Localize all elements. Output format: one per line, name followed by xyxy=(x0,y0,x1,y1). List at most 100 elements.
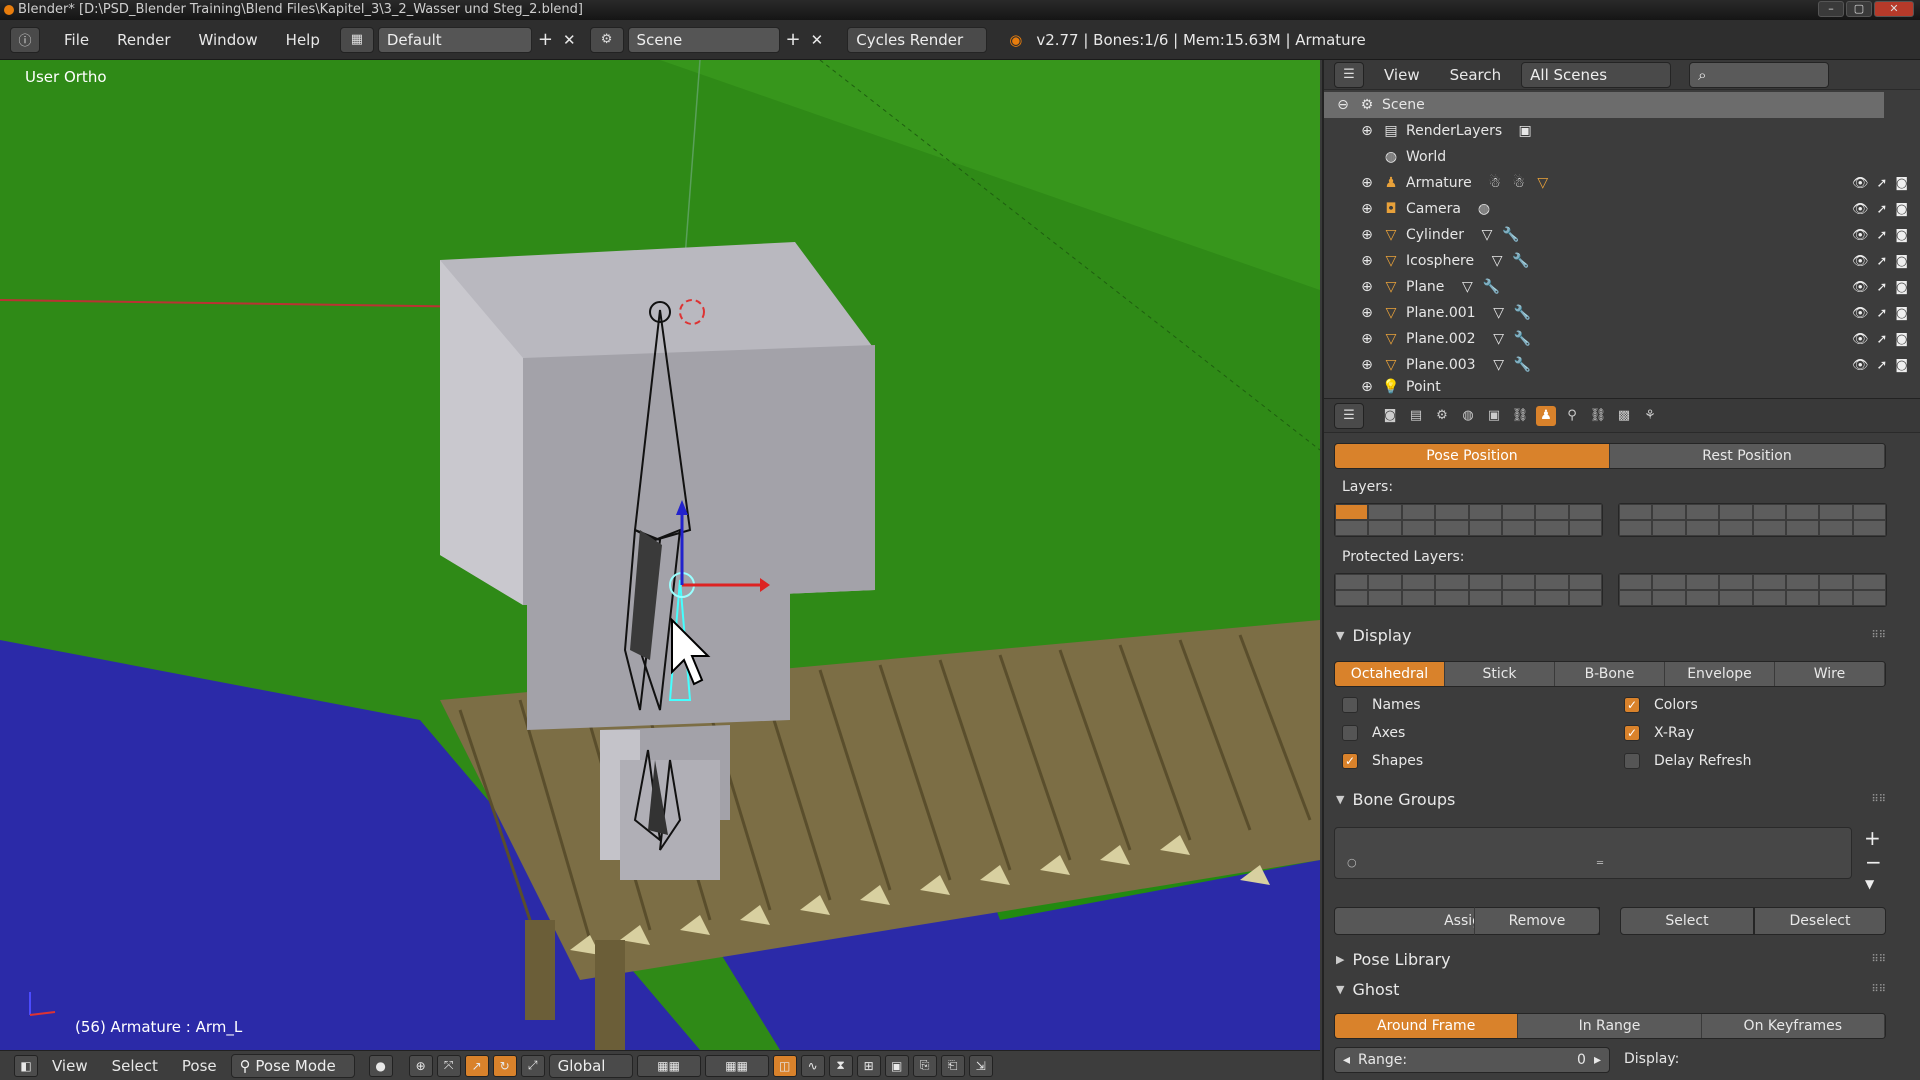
display-mode-dropdown[interactable]: All Scenes xyxy=(1521,61,1672,88)
display-panel-header[interactable]: ▼ Display ⠿⠿ xyxy=(1336,621,1896,649)
pose-position-button[interactable]: Pose Position xyxy=(1335,444,1610,468)
close-window-button[interactable]: ✕ xyxy=(1874,1,1914,17)
pivot-point-icon[interactable]: ⊕ xyxy=(408,1054,433,1077)
expand-icon[interactable]: ⊕ xyxy=(1358,304,1376,322)
layers-toggle-icon[interactable]: ▦▦ xyxy=(636,1054,701,1077)
armature-layers-grid-1[interactable] xyxy=(1334,503,1603,537)
armature-data-tab-icon[interactable]: ♟ xyxy=(1536,405,1556,426)
tree-row-scene[interactable]: ⊖ ⚙ Scene xyxy=(1324,92,1884,118)
proportional-edit-icon[interactable]: ⧗ xyxy=(828,1054,853,1077)
add-layout-icon[interactable]: + xyxy=(532,27,559,53)
checkmark-icon[interactable]: ✓ xyxy=(1624,725,1640,741)
protected-layers-grid-2[interactable] xyxy=(1618,573,1887,607)
bone-group-specials-icon[interactable]: ▼ xyxy=(1865,877,1874,891)
render-camera-icon[interactable]: ◙ xyxy=(1895,332,1908,347)
select-cursor-icon[interactable]: ➚ xyxy=(1876,228,1887,243)
expand-icon[interactable]: ⊕ xyxy=(1358,330,1376,348)
visibility-eye-icon[interactable]: 👁 xyxy=(1852,332,1869,347)
select-cursor-icon[interactable]: ➚ xyxy=(1876,176,1887,191)
checkmark-icon[interactable]: ✓ xyxy=(1342,753,1358,769)
properties-editor-icon[interactable]: ☰ xyxy=(1334,402,1364,429)
lock-camera-icon[interactable]: ◫ xyxy=(772,1054,797,1077)
copy-pose-icon[interactable]: ⎘ xyxy=(912,1054,937,1077)
tree-row-armature[interactable]: ⊕ ♟ Armature ☃ ☃ ▽ 👁 ➚ ◙ xyxy=(1324,170,1908,196)
select-cursor-icon[interactable]: ➚ xyxy=(1876,306,1887,321)
ghost-panel-header[interactable]: ▼ Ghost ⠿⠿ xyxy=(1336,975,1896,1003)
render-icon[interactable]: ▣ xyxy=(884,1054,909,1077)
draw-octahedral-button[interactable]: Octahedral xyxy=(1335,662,1445,686)
draw-envelope-button[interactable]: Envelope xyxy=(1665,662,1775,686)
tree-row-plane-001[interactable]: ⊕ ▽ Plane.001 ▽ 🔧 👁 ➚ ◙ xyxy=(1324,300,1908,326)
remove-layout-icon[interactable]: ✕ xyxy=(559,27,580,53)
scene-tab-icon[interactable]: ⚙ xyxy=(1432,406,1452,426)
outliner-editor-icon[interactable]: ☰ xyxy=(1334,61,1364,88)
panel-grip-icon[interactable]: ⠿⠿ xyxy=(1871,954,1886,965)
expand-icon[interactable]: ⊕ xyxy=(1358,252,1376,270)
ghost-in-range-button[interactable]: In Range xyxy=(1518,1014,1702,1038)
visibility-eye-icon[interactable]: 👁 xyxy=(1852,202,1869,217)
editor-type-icon[interactable]: ◧ xyxy=(14,1054,38,1077)
render-camera-icon[interactable]: ◙ xyxy=(1895,306,1908,321)
expand-icon[interactable]: ⊕ xyxy=(1358,174,1376,192)
decrement-arrow-icon[interactable]: ◂ xyxy=(1343,1052,1350,1068)
select-cursor-icon[interactable]: ➚ xyxy=(1876,254,1887,269)
colors-checkbox[interactable]: ✓ Colors xyxy=(1624,697,1698,713)
select-cursor-icon[interactable]: ➚ xyxy=(1876,332,1887,347)
increment-arrow-icon[interactable]: ▸ xyxy=(1594,1052,1601,1068)
render-layers-tab-icon[interactable]: ▤ xyxy=(1406,406,1426,426)
shapes-checkbox[interactable]: ✓ Shapes xyxy=(1342,753,1423,769)
add-scene-icon[interactable]: + xyxy=(780,27,807,53)
minimize-button[interactable]: – xyxy=(1818,1,1844,17)
rest-position-button[interactable]: Rest Position xyxy=(1610,444,1885,468)
add-bone-group-icon[interactable]: + xyxy=(1864,827,1881,849)
tree-row-icosphere[interactable]: ⊕ ▽ Icosphere ▽ 🔧 👁 ➚ ◙ xyxy=(1324,248,1908,274)
panel-grip-icon[interactable]: ⠿⠿ xyxy=(1871,630,1886,641)
xray-checkbox[interactable]: ✓ X-Ray xyxy=(1624,725,1694,741)
render-camera-icon[interactable]: ◙ xyxy=(1895,254,1908,269)
snap-icon[interactable]: ⊞ xyxy=(856,1054,881,1077)
scene-selector-icon[interactable]: ⚙ xyxy=(589,26,624,53)
visibility-eye-icon[interactable]: 👁 xyxy=(1852,306,1869,321)
object-tab-icon[interactable]: ▣ xyxy=(1484,406,1504,426)
vp-menu-select[interactable]: Select xyxy=(102,1057,168,1075)
draw-wire-button[interactable]: Wire xyxy=(1775,662,1885,686)
3d-viewport[interactable]: User Ortho (56) Armature : Arm_L xyxy=(0,60,1320,1050)
render-camera-icon[interactable]: ◙ xyxy=(1895,280,1908,295)
layers-toggle-icon-2[interactable]: ▦▦ xyxy=(704,1054,769,1077)
bone-groups-panel-header[interactable]: ▼ Bone Groups ⠿⠿ xyxy=(1336,785,1896,813)
render-camera-icon[interactable]: ◙ xyxy=(1895,202,1908,217)
expand-icon[interactable]: ⊕ xyxy=(1358,200,1376,218)
screen-layout-icon[interactable]: ▦ xyxy=(339,26,374,53)
select-cursor-icon[interactable]: ➚ xyxy=(1876,358,1887,373)
delay-refresh-checkbox[interactable]: Delay Refresh xyxy=(1624,753,1751,769)
vp-menu-pose[interactable]: Pose xyxy=(172,1057,227,1075)
screen-layout-field[interactable]: Default xyxy=(377,26,532,53)
bone-constraints-tab-icon[interactable]: ⛓ xyxy=(1588,406,1608,426)
paste-pose-icon[interactable]: ⎗ xyxy=(940,1054,965,1077)
expand-icon[interactable]: ⊕ xyxy=(1358,122,1376,140)
ghost-on-keyframes-button[interactable]: On Keyframes xyxy=(1701,1014,1885,1038)
tree-row-plane-003[interactable]: ⊕ ▽ Plane.003 ▽ 🔧 👁 ➚ ◙ xyxy=(1324,352,1908,378)
maximize-button[interactable]: ▢ xyxy=(1846,1,1872,17)
render-camera-icon[interactable]: ◙ xyxy=(1895,228,1908,243)
menu-help[interactable]: Help xyxy=(276,27,330,53)
mode-dropdown[interactable]: ⚲ Pose Mode xyxy=(230,1053,355,1078)
names-checkbox[interactable]: Names xyxy=(1342,697,1421,713)
list-resize-grip-icon[interactable]: ═ xyxy=(1597,858,1603,869)
scale-manipulator-icon[interactable]: ⤢ xyxy=(520,1054,545,1077)
info-editor-type-icon[interactable]: ⓘ xyxy=(10,26,40,53)
checkbox-box[interactable] xyxy=(1624,753,1640,769)
draw-bbone-button[interactable]: B-Bone xyxy=(1555,662,1665,686)
transform-orientation-dropdown[interactable]: Global xyxy=(548,1053,633,1078)
tree-row-world[interactable]: ◍ World xyxy=(1324,144,1884,170)
tree-row-cylinder[interactable]: ⊕ ▽ Cylinder ▽ 🔧 👁 ➚ ◙ xyxy=(1324,222,1908,248)
remove-bone-group-icon[interactable]: − xyxy=(1865,851,1882,873)
ghost-around-frame-button[interactable]: Around Frame xyxy=(1335,1014,1519,1038)
remove-scene-icon[interactable]: ✕ xyxy=(807,27,828,53)
protected-layers-grid-1[interactable] xyxy=(1334,573,1603,607)
tree-row-renderlayers[interactable]: ⊕ ▤ RenderLayers ▣ xyxy=(1324,118,1884,144)
paste-flipped-icon[interactable]: ⇲ xyxy=(968,1054,993,1077)
outliner-menu-search[interactable]: Search xyxy=(1440,62,1512,88)
rotate-manipulator-icon[interactable]: ↻ xyxy=(492,1054,517,1077)
expand-icon[interactable]: ⊕ xyxy=(1358,226,1376,244)
